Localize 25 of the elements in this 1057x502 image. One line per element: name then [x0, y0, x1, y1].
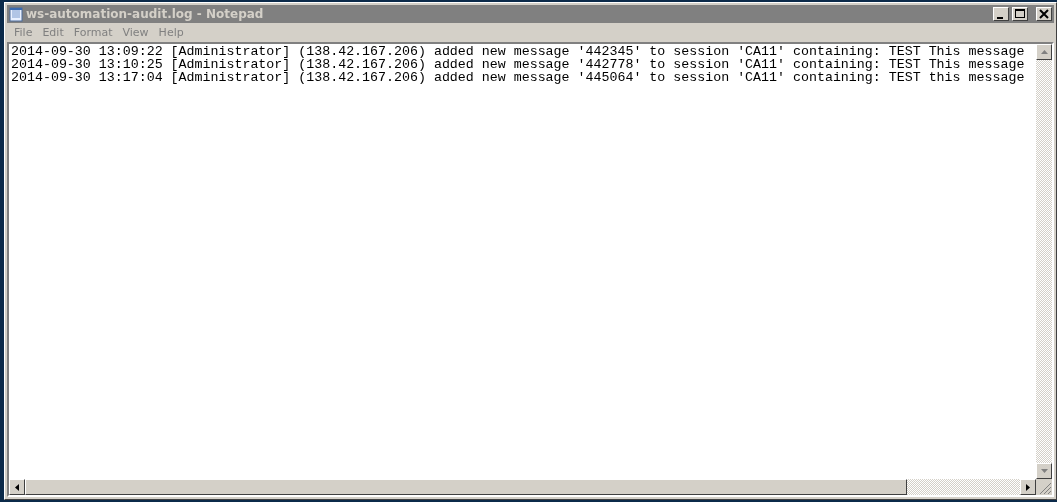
close-icon	[1039, 9, 1049, 19]
up-arrow-icon	[1040, 50, 1048, 54]
vertical-scrollbar[interactable]	[1036, 44, 1052, 479]
down-arrow-icon	[1040, 469, 1048, 473]
menu-item[interactable]: Help	[153, 26, 189, 39]
right-arrow-icon	[1026, 483, 1030, 491]
log-line: 2014-09-30 13:17:04 [Administrator] (138.42.167.206) added new message '445064' to session 'CA11' containing: TEST this message	[11, 71, 1026, 84]
notepad-icon	[9, 6, 23, 22]
menu-item[interactable]: File	[9, 26, 38, 39]
scroll-right-button[interactable]	[1020, 479, 1036, 495]
window-title: ws-automation-audit.log - Notepad	[26, 7, 265, 21]
menu-item[interactable]: View	[117, 26, 154, 39]
maximize-button[interactable]	[1012, 7, 1028, 21]
minimize-icon	[996, 16, 1003, 19]
menu-item[interactable]: Edit	[37, 26, 69, 39]
scroll-left-button[interactable]	[9, 479, 25, 495]
minimize-button[interactable]	[993, 7, 1009, 21]
scroll-down-button[interactable]	[1036, 463, 1052, 479]
log-line: 2014-09-30 13:10:25 [Administrator] (138.42.167.206) added new message '442778' to session 'CA11' containing: TEST This message	[11, 58, 1026, 71]
menu-item[interactable]: Format	[68, 26, 118, 39]
left-arrow-icon	[15, 483, 19, 491]
log-line: 2014-09-30 13:09:22 [Administrator] (138.42.167.206) added new message '442345' to session 'CA11' containing: TEST This message	[11, 45, 1026, 58]
maximize-icon	[1015, 9, 1025, 19]
close-button[interactable]	[1036, 7, 1052, 21]
scroll-up-button[interactable]	[1036, 44, 1052, 60]
